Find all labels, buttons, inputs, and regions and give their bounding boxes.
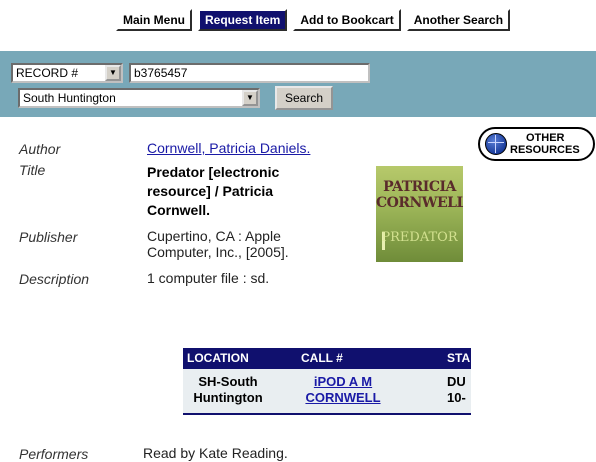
- other-resources-line-1: OTHER: [526, 132, 565, 144]
- location-cell-line-2: Huntington: [193, 390, 263, 405]
- description-label: Description: [19, 271, 90, 287]
- author-label: Author: [19, 141, 61, 157]
- title-line-2: resource] / Patricia: [147, 183, 274, 199]
- top-navigation: Main Menu Request Item Add to Bookcart A…: [116, 9, 516, 31]
- location-cell-line-1: SH-South: [198, 374, 258, 389]
- main-menu-button[interactable]: Main Menu: [116, 9, 192, 31]
- chevron-down-icon[interactable]: ▼: [242, 90, 258, 106]
- cover-image: PATRICIA CORNWELL PREDATOR: [376, 166, 463, 262]
- search-button[interactable]: Search: [275, 86, 334, 110]
- holdings-header-row: LOCATION CALL # STA: [183, 348, 471, 369]
- cover-title: PREDATOR: [381, 230, 458, 245]
- chevron-down-icon[interactable]: ▼: [105, 65, 121, 81]
- publisher-line-1: Cupertino, CA : Apple: [147, 228, 281, 244]
- search-type-value: RECORD #: [16, 66, 79, 80]
- holdings-table: LOCATION CALL # STA SH-South Huntington …: [183, 348, 471, 415]
- author-link[interactable]: Cornwell, Patricia Daniels.: [147, 140, 310, 156]
- status-cell-line-1: DU: [447, 374, 466, 389]
- search-term-input[interactable]: b3765457: [129, 63, 370, 83]
- location-select[interactable]: South Huntington ▼: [18, 88, 260, 108]
- cover-author-line-1: PATRICIA: [383, 179, 456, 195]
- title-label: Title: [19, 162, 46, 178]
- call-number-column-header: CALL #: [301, 351, 343, 365]
- search-term-value: b3765457: [134, 66, 188, 80]
- other-resources-line-2: RESOURCES: [510, 144, 580, 156]
- location-value: South Huntington: [23, 91, 116, 105]
- request-item-button[interactable]: Request Item: [198, 9, 288, 31]
- cover-author-line-2: CORNWELL: [376, 195, 463, 211]
- title-line-3: Cornwell.: [147, 202, 211, 218]
- publisher-line-2: Computer, Inc., [2005].: [147, 244, 289, 260]
- description-value: 1 computer file : sd.: [147, 270, 270, 286]
- status-column-header: STA: [447, 351, 471, 365]
- search-bar: RECORD # ▼ b3765457 South Huntington ▼ S…: [0, 51, 596, 117]
- call-number-link-line-1[interactable]: iPOD A M: [293, 374, 393, 390]
- title-line-1: Predator [electronic: [147, 164, 280, 180]
- status-cell-line-2: 10-: [447, 390, 466, 405]
- publisher-label: Publisher: [19, 229, 78, 245]
- add-to-bookcart-button[interactable]: Add to Bookcart: [293, 9, 401, 31]
- search-type-select[interactable]: RECORD # ▼: [11, 63, 123, 83]
- other-resources-button[interactable]: OTHER RESOURCES: [478, 127, 595, 161]
- globe-icon: [485, 133, 507, 155]
- call-number-link-line-2[interactable]: CORNWELL: [293, 390, 393, 406]
- location-column-header: LOCATION: [187, 351, 249, 365]
- performers-value: Read by Kate Reading.: [143, 445, 288, 461]
- table-row: SH-South Huntington iPOD A M CORNWELL DU…: [183, 369, 471, 415]
- another-search-button[interactable]: Another Search: [406, 9, 511, 31]
- performers-label: Performers: [19, 446, 89, 462]
